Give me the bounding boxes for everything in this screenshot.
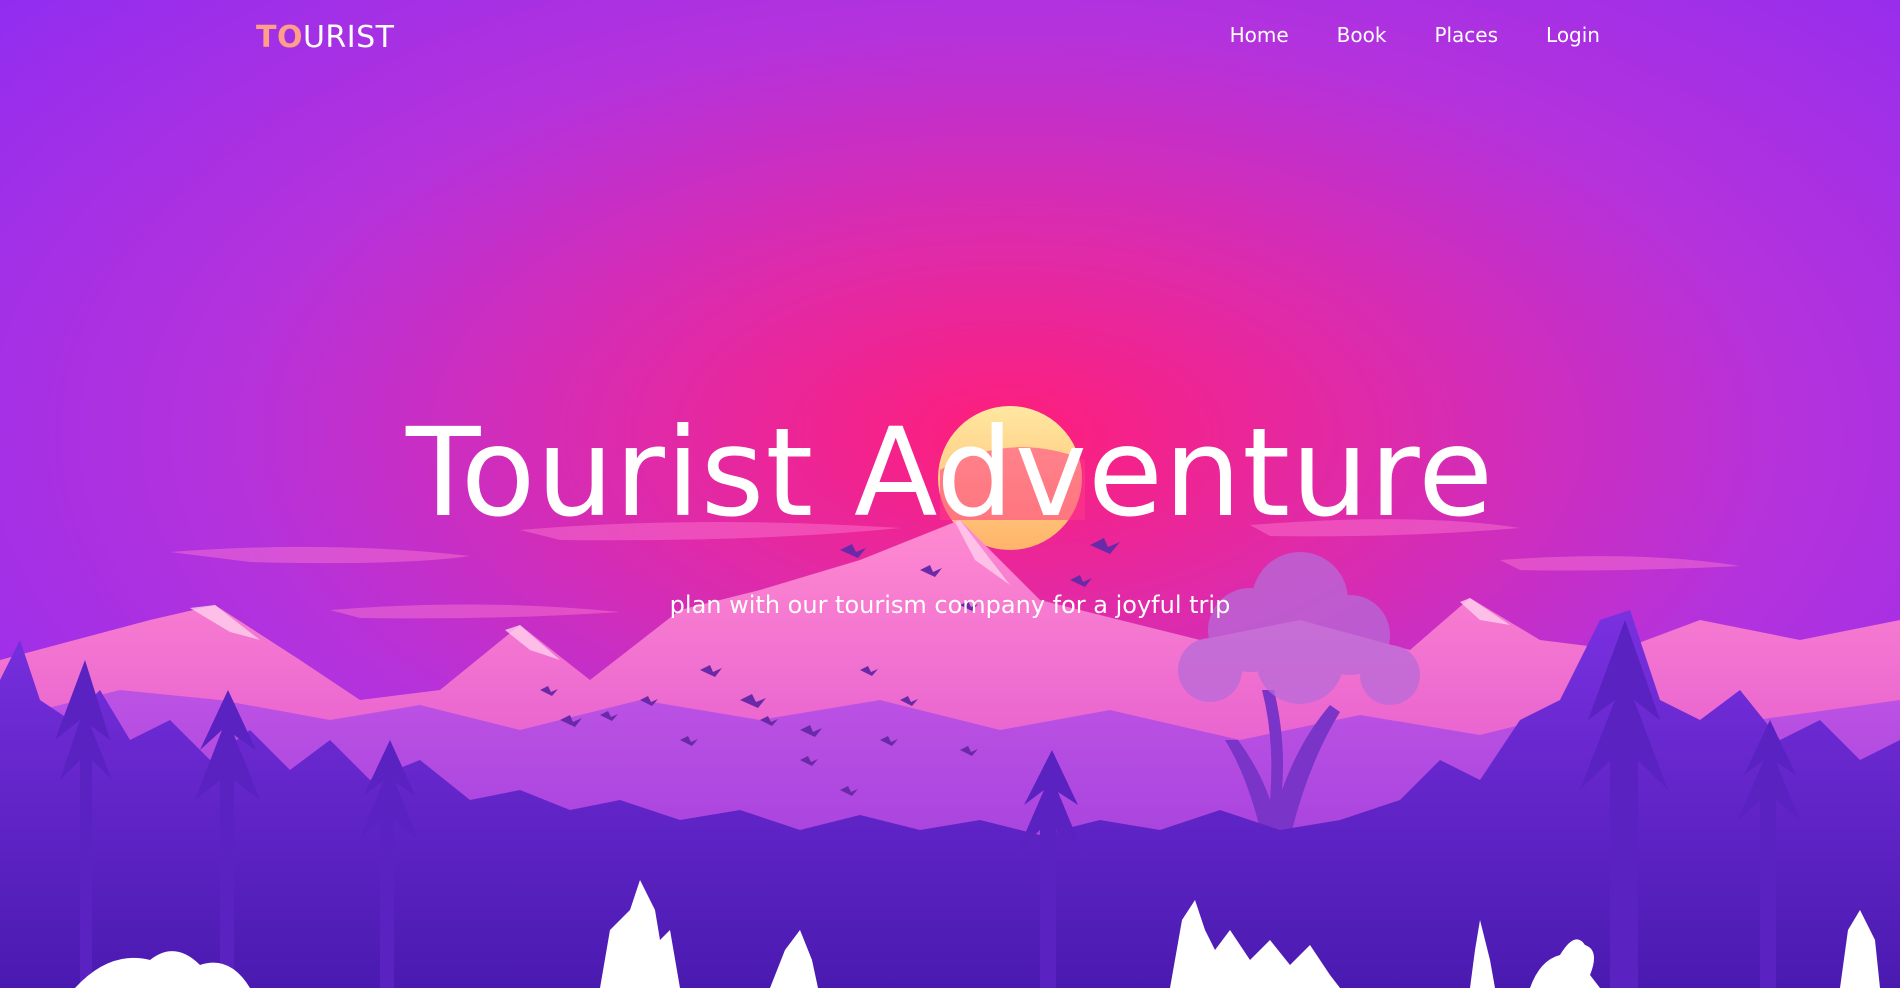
brand-logo[interactable]: TOURIST xyxy=(256,18,395,58)
nav-item-home: Home xyxy=(1230,18,1289,52)
nav-link-places[interactable]: Places xyxy=(1434,18,1498,52)
nav-item-places: Places xyxy=(1434,18,1498,52)
hero-subtitle: plan with our tourism company for a joyf… xyxy=(669,591,1231,619)
nav-link-book[interactable]: Book xyxy=(1337,18,1387,52)
brand-logo-accent: TO xyxy=(256,20,303,55)
hero-section: Tourist Adventure plan with our tourism … xyxy=(0,400,1900,620)
nav-item-login: Login xyxy=(1546,18,1600,52)
nav-link-login[interactable]: Login xyxy=(1546,18,1600,52)
nav-item-book: Book xyxy=(1337,18,1387,52)
landing-page: TOURIST Home Book Places Login Tourist A… xyxy=(0,0,1900,988)
top-navbar: TOURIST Home Book Places Login xyxy=(0,18,1900,58)
nav-links: Home Book Places Login xyxy=(1230,18,1600,52)
nav-link-home[interactable]: Home xyxy=(1230,18,1289,52)
brand-logo-rest: URIST xyxy=(302,20,395,55)
hero-title: Tourist Adventure xyxy=(405,402,1494,544)
